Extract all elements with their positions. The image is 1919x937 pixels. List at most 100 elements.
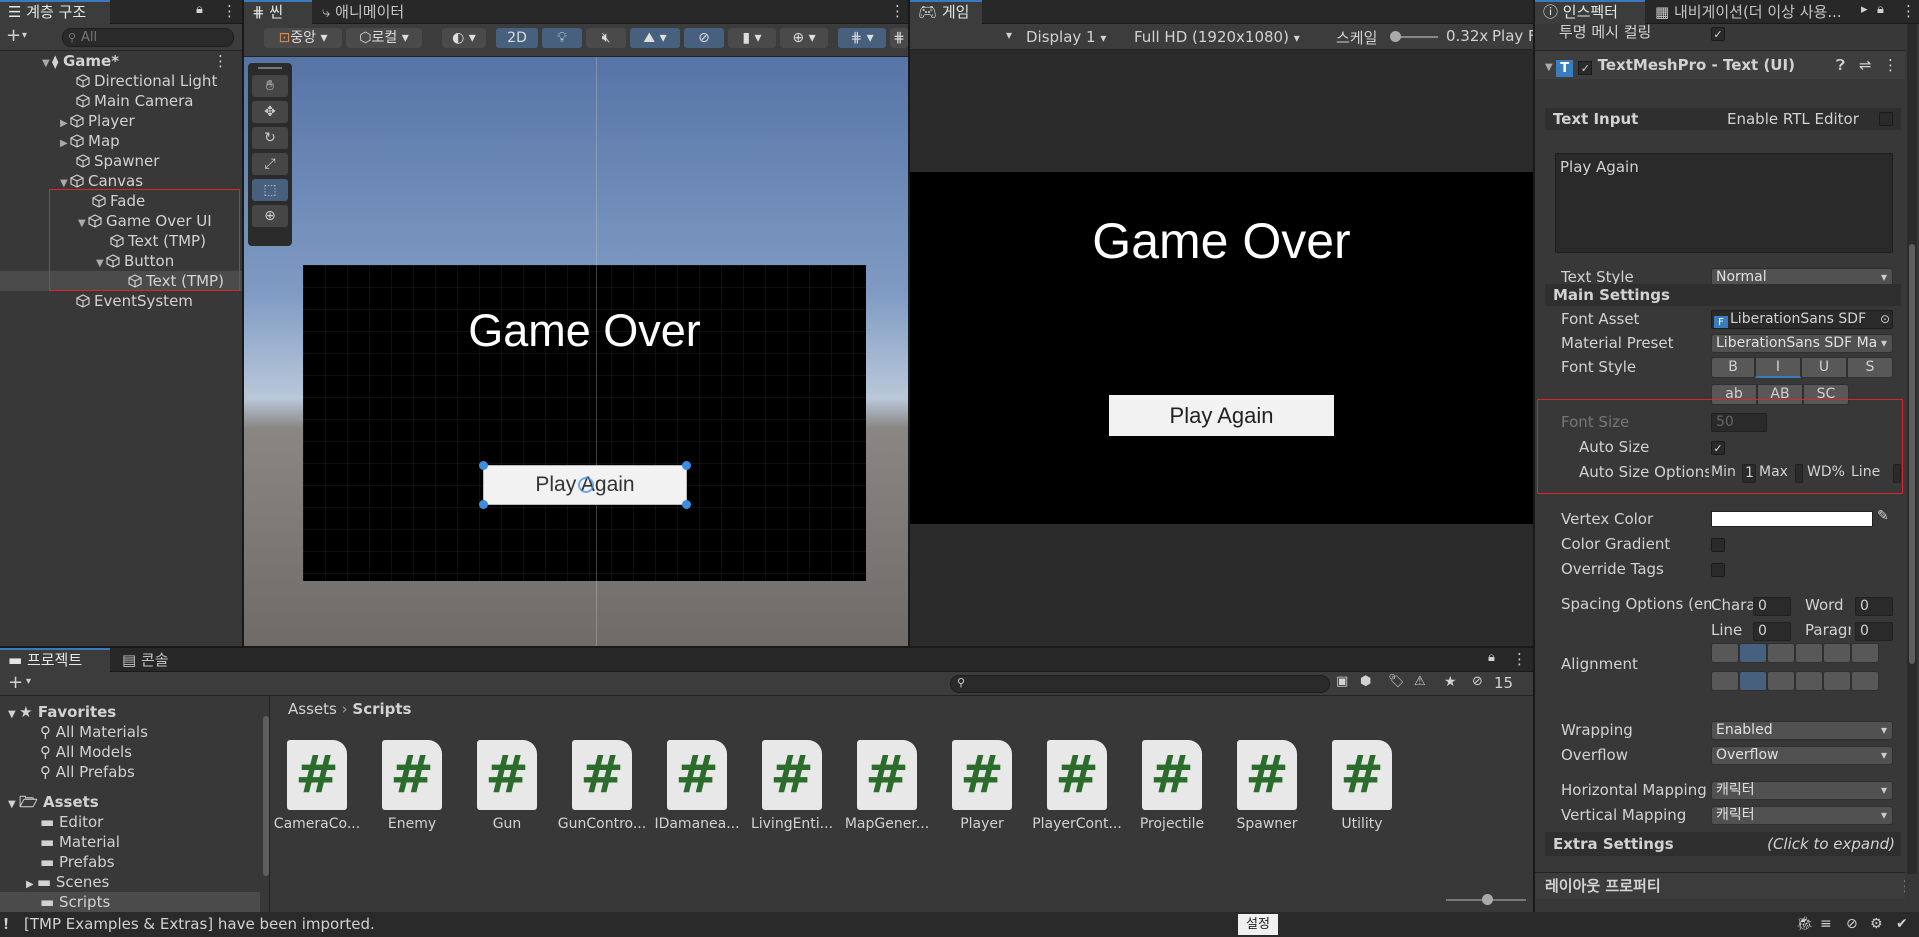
- more-icon[interactable]: ⋮: [213, 51, 228, 71]
- script-asset[interactable]: # Enemy: [367, 740, 457, 832]
- script-asset[interactable]: # Player: [937, 740, 1027, 832]
- align-flush-icon[interactable]: [1823, 643, 1851, 663]
- overflow-dropdown[interactable]: Overflow: [1711, 746, 1893, 765]
- transparent-culling-checkbox[interactable]: ✓: [1711, 27, 1725, 41]
- script-asset[interactable]: # Utility: [1317, 740, 1407, 832]
- play-focus-dropdown[interactable]: Play F: [1492, 27, 1533, 45]
- script-asset[interactable]: # Gun: [462, 740, 552, 832]
- rect-handle[interactable]: [682, 461, 691, 470]
- char-spacing-field[interactable]: 0: [1753, 597, 1791, 616]
- preset-icon[interactable]: ⇌: [1859, 51, 1872, 79]
- hierarchy-item-spawner[interactable]: Spawner: [0, 151, 242, 171]
- script-asset[interactable]: # Spawner: [1222, 740, 1312, 832]
- component-header[interactable]: ▼ T ✓ TextMeshPro - Text (UI) ❓︎ ⇌ ⋮: [1535, 51, 1905, 79]
- chevron-down-icon[interactable]: ▾: [26, 676, 31, 687]
- align-geometry-center-icon[interactable]: [1851, 643, 1879, 663]
- pivot-dropdown[interactable]: ⊡중앙 ▾: [264, 28, 342, 48]
- align-bottom-icon[interactable]: [1767, 671, 1795, 691]
- folder-item[interactable]: ▬ Prefabs: [40, 852, 115, 872]
- rect-tool-icon[interactable]: ⬚: [252, 179, 288, 201]
- move-tool-icon[interactable]: ✥: [252, 101, 288, 123]
- tab-hierarchy[interactable]: ☰ 계층 구조: [0, 0, 110, 24]
- component-enabled-checkbox[interactable]: ✓: [1578, 61, 1593, 75]
- scrollbar-thumb[interactable]: [263, 716, 269, 876]
- font-style-bold-button[interactable]: B: [1711, 357, 1755, 378]
- vertical-mapping-dropdown[interactable]: 캐릭터: [1711, 806, 1893, 825]
- tab-game[interactable]: 🎮︎ 게임: [910, 0, 982, 24]
- favorite-item[interactable]: ⚲ All Materials: [40, 722, 148, 742]
- hierarchy-item-canvas[interactable]: ▼ Canvas: [0, 171, 242, 191]
- align-middle-icon[interactable]: [1739, 671, 1767, 691]
- align-midline-icon[interactable]: [1823, 671, 1851, 691]
- cache-icon[interactable]: ⚙︎: [1870, 912, 1883, 937]
- more-icon[interactable]: ⋮: [890, 2, 905, 20]
- text-input-header[interactable]: Text Input Enable RTL Editor: [1545, 108, 1901, 130]
- rect-handle[interactable]: [479, 461, 488, 470]
- word-spacing-field[interactable]: 0: [1855, 597, 1893, 616]
- chevron-down-icon[interactable]: ▾: [22, 30, 27, 41]
- tree-scrollbar[interactable]: [262, 708, 269, 888]
- assets-header[interactable]: ▼ 🗁︎ Assets: [8, 792, 99, 812]
- align-center-icon[interactable]: [1739, 643, 1767, 663]
- favorite-item[interactable]: ⚲ All Models: [40, 742, 132, 762]
- align-capline-icon[interactable]: [1851, 671, 1879, 691]
- chevron-right-icon[interactable]: ▸: [1861, 2, 1868, 17]
- scale-slider[interactable]: [1390, 31, 1438, 42]
- palette-grip[interactable]: [258, 67, 282, 69]
- scale-tool-icon[interactable]: ⤢: [252, 153, 288, 175]
- font-asset-field[interactable]: F LiberationSans SDF ⊙: [1711, 310, 1893, 329]
- font-style-italic-button[interactable]: I: [1755, 357, 1801, 378]
- override-tags-checkbox[interactable]: [1711, 563, 1725, 577]
- tab-animator[interactable]: ⤷ 애니메이터: [314, 0, 412, 24]
- add-icon[interactable]: +: [6, 25, 21, 46]
- effects-dropdown[interactable]: ⛰︎ ▾: [630, 28, 680, 48]
- space-dropdown[interactable]: ⬡로컬 ▾: [346, 28, 422, 48]
- icon-size-slider[interactable]: [1446, 894, 1526, 905]
- scene-viewport[interactable]: Game Over Play Again ✋︎ ✥ ↻ ⤢ ⬚ ⊕: [244, 57, 908, 646]
- eyedropper-icon[interactable]: ✎: [1877, 508, 1889, 524]
- expand-icon[interactable]: ▼: [1545, 62, 1556, 73]
- paragraph-spacing-field[interactable]: 0: [1855, 622, 1893, 641]
- horizontal-mapping-dropdown[interactable]: 캐릭터: [1711, 781, 1893, 800]
- add-icon[interactable]: +: [8, 672, 23, 693]
- gizmos-dropdown[interactable]: ⊕ ▾: [780, 28, 828, 48]
- layout-properties-bar[interactable]: 레이아웃 프로퍼티⋮: [1535, 873, 1905, 899]
- play-again-button[interactable]: Play Again: [1109, 395, 1334, 436]
- favorite-item[interactable]: ⚲ All Prefabs: [40, 762, 135, 782]
- hierarchy-search-input[interactable]: ⚲ All: [62, 28, 234, 47]
- rotate-tool-icon[interactable]: ↻: [252, 127, 288, 149]
- script-asset[interactable]: # MapGener...: [842, 740, 932, 832]
- shading-mode-dropdown[interactable]: ◐ ▾: [442, 28, 486, 48]
- font-style-strike-button[interactable]: S: [1847, 357, 1893, 378]
- more-tools-button[interactable]: ⋕: [890, 28, 908, 48]
- tab-console[interactable]: ▤ 콘솔: [114, 648, 177, 672]
- hierarchy-item-player[interactable]: ▶ Player: [0, 111, 242, 131]
- audio-toggle[interactable]: 🔇︎: [586, 28, 626, 48]
- pivot-handle[interactable]: [578, 477, 594, 493]
- lighting-toggle[interactable]: 💡︎: [542, 28, 582, 48]
- layers-icon[interactable]: ≡: [1820, 912, 1832, 937]
- debug-icon[interactable]: 🐞︎: [1796, 912, 1814, 937]
- tab-project[interactable]: ▬ 프로젝트: [0, 648, 110, 672]
- hand-tool-icon[interactable]: ✋︎: [252, 75, 288, 97]
- check-circle-icon[interactable]: ✔︎: [1896, 912, 1908, 937]
- enable-rtl-checkbox[interactable]: [1879, 112, 1893, 126]
- script-asset[interactable]: # CameraCo...: [272, 740, 362, 832]
- script-asset[interactable]: # GunContro...: [557, 740, 647, 832]
- material-preset-dropdown[interactable]: LiberationSans SDF Ma: [1711, 334, 1893, 353]
- camera-dropdown[interactable]: ▮ ▾: [728, 28, 776, 48]
- align-top-icon[interactable]: [1711, 671, 1739, 691]
- hierarchy-item-map[interactable]: ▶ Map: [0, 131, 242, 151]
- line-spacing-field[interactable]: 0: [1753, 622, 1791, 641]
- scrollbar-thumb[interactable]: [1909, 244, 1915, 664]
- status-message[interactable]: [TMP Examples & Extras] have been import…: [24, 912, 375, 937]
- align-justify-icon[interactable]: [1795, 643, 1823, 663]
- inspector-scrollbar[interactable]: [1907, 24, 1917, 874]
- lock-icon[interactable]: 🔒︎: [196, 2, 203, 17]
- font-style-underline-button[interactable]: U: [1801, 357, 1847, 378]
- display-dropdown[interactable]: Display 1 ▾: [1022, 26, 1122, 48]
- scene-play-again-button[interactable]: Play Again: [479, 461, 691, 509]
- vertex-color-swatch[interactable]: [1711, 511, 1873, 527]
- toggle-2d-button[interactable]: 2D: [496, 28, 538, 48]
- lock-icon[interactable]: 🔒︎: [1877, 2, 1884, 17]
